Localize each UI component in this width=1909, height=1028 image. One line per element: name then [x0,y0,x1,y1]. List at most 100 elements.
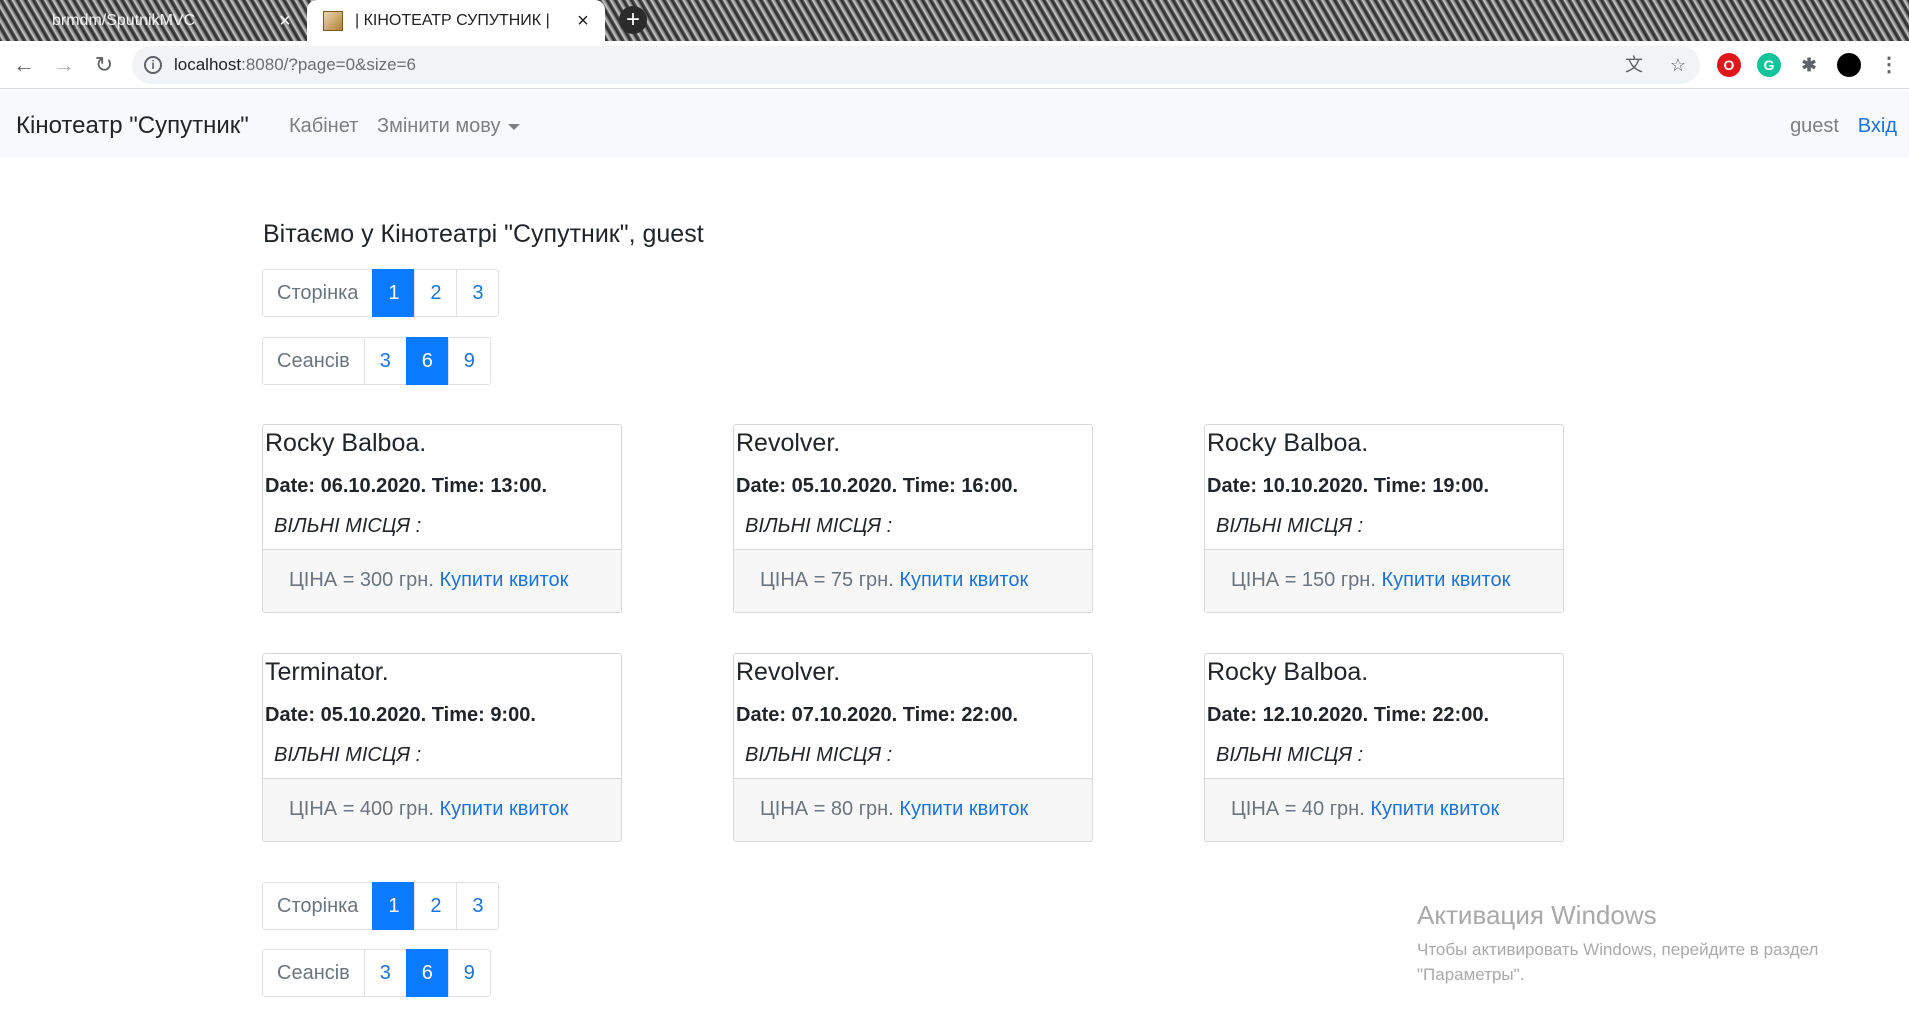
free-seats-label: ВІЛЬНІ МІСЦЯ : [1216,515,1364,537]
free-seats-label: ВІЛЬНІ МІСЦЯ : [274,744,422,766]
card-footer: ЦІНА = 75 грн. Купити квиток [734,549,1092,612]
brand-link[interactable]: Кінотеатр "Супутник" [16,112,249,140]
menu-dots-icon[interactable]: ⋮ [1877,53,1901,77]
session-card: Rocky Balboa. Date: 06.10.2020. Time: 13… [262,424,622,613]
reload-icon[interactable]: ↻ [88,49,120,81]
page-link-3[interactable]: 3 [456,882,500,930]
movie-title: Rocky Balboa. [1207,429,1369,457]
buy-ticket-link[interactable]: Купити квиток [899,569,1028,591]
size-link-6[interactable]: 6 [405,949,449,997]
page-label: Сторінка [262,882,374,930]
new-tab-button[interactable]: + [619,6,647,34]
size-link-6[interactable]: 6 [405,337,449,385]
close-tab-icon[interactable]: × [271,11,299,31]
page-pagination-bottom: Сторінка 1 2 3 [262,882,500,930]
session-card: Revolver. Date: 07.10.2020. Time: 22:00.… [733,653,1093,842]
site-navbar: Кінотеатр "Супутник" Кабінет Змінити мов… [0,90,1909,158]
login-link[interactable]: Вхід [1858,115,1897,138]
size-link-9[interactable]: 9 [447,337,491,385]
size-label: Сеансів [262,949,365,997]
session-datetime: Date: 05.10.2020. Time: 9:00. [265,704,536,726]
session-datetime: Date: 07.10.2020. Time: 22:00. [736,704,1019,726]
buy-ticket-link[interactable]: Купити квиток [1370,798,1499,820]
favicon-icon [323,10,343,31]
tab-title: brmdm/SputnikMVC [52,11,196,29]
language-dropdown-label: Змінити мову [377,115,501,137]
language-dropdown[interactable]: Змінити мову [377,115,521,138]
card-footer: ЦІНА = 150 грн. Купити квиток [1205,549,1563,612]
price-line: ЦІНА = 400 грн. Купити квиток [289,798,568,821]
price-text: ЦІНА = 300 грн. [289,569,434,591]
movie-title: Revolver. [736,429,841,457]
session-datetime: Date: 10.10.2020. Time: 19:00. [1207,475,1490,497]
card-footer: ЦІНА = 80 грн. Купити квиток [734,778,1092,841]
size-label: Сеансів [262,337,365,385]
translate-icon[interactable]: 文 [1622,53,1646,77]
profile-avatar[interactable] [1837,53,1861,77]
url-host: localhost [174,55,242,74]
dropdown-caret-icon [508,123,521,130]
site-info-icon[interactable]: i [144,56,162,74]
movie-title: Revolver. [736,658,841,686]
session-card: Revolver. Date: 05.10.2020. Time: 16:00.… [733,424,1093,613]
session-card: Terminator. Date: 05.10.2020. Time: 9:00… [262,653,622,842]
grammarly-extension-icon[interactable]: G [1757,53,1781,77]
size-link-3[interactable]: 3 [363,337,407,385]
browser-tab-cinema[interactable]: | КІНОТЕАТР СУПУТНИК | × [307,0,605,41]
tab-title: | КІНОТЕАТР СУПУТНИК | [355,11,550,29]
session-card: Rocky Balboa. Date: 10.10.2020. Time: 19… [1204,424,1564,613]
opera-extension-icon[interactable]: O [1717,53,1741,77]
price-line: ЦІНА = 40 грн. Купити квиток [1231,798,1499,821]
page-link-1[interactable]: 1 [372,882,416,930]
price-line: ЦІНА = 75 грн. Купити квиток [760,569,1028,592]
free-seats-label: ВІЛЬНІ МІСЦЯ : [745,744,893,766]
back-arrow-icon[interactable]: ← [8,49,40,81]
page-link-1[interactable]: 1 [372,269,416,317]
bookmark-star-icon[interactable]: ☆ [1666,53,1690,77]
size-link-9[interactable]: 9 [447,949,491,997]
movie-title: Terminator. [265,658,389,686]
price-text: ЦІНА = 80 грн. [760,798,894,820]
movie-title: Rocky Balboa. [1207,658,1369,686]
page-pagination-top: Сторінка 1 2 3 [262,269,500,317]
page-link-3[interactable]: 3 [456,269,500,317]
price-text: ЦІНА = 40 грн. [1231,798,1365,820]
card-footer: ЦІНА = 400 грн. Купити квиток [263,778,621,841]
free-seats-label: ВІЛЬНІ МІСЦЯ : [1216,744,1364,766]
url-path: :8080/?page=0&size=6 [241,55,416,74]
card-footer: ЦІНА = 40 грн. Купити квиток [1205,778,1563,841]
buy-ticket-link[interactable]: Купити квиток [899,798,1028,820]
browser-tab-strip: brmdm/SputnikMVC × | КІНОТЕАТР СУПУТНИК … [0,0,1909,41]
size-link-3[interactable]: 3 [363,949,407,997]
session-card: Rocky Balboa. Date: 12.10.2020. Time: 22… [1204,653,1564,842]
current-user: guest [1790,115,1839,137]
buy-ticket-link[interactable]: Купити квиток [439,569,568,591]
price-line: ЦІНА = 300 грн. Купити квиток [289,569,568,592]
price-line: ЦІНА = 80 грн. Купити квиток [760,798,1028,821]
close-tab-icon[interactable]: × [569,11,597,31]
buy-ticket-link[interactable]: Купити квиток [1381,569,1510,591]
size-pagination-top: Сеансів 3 6 9 [262,337,491,385]
url-text[interactable]: localhost:8080/?page=0&size=6 [174,55,416,75]
free-seats-label: ВІЛЬНІ МІСЦЯ : [274,515,422,537]
forward-arrow-icon[interactable]: → [48,49,80,81]
session-datetime: Date: 05.10.2020. Time: 16:00. [736,475,1019,497]
watermark-text: Чтобы активировать Windows, перейдите в … [1417,940,1819,984]
price-text: ЦІНА = 75 грн. [760,569,894,591]
extensions-puzzle-icon[interactable]: ✱ [1797,53,1821,77]
price-line: ЦІНА = 150 грн. Купити квиток [1231,569,1510,592]
address-bar[interactable]: i localhost:8080/?page=0&size=6 文 ☆ [132,46,1700,84]
page-link-2[interactable]: 2 [414,269,458,317]
browser-toolbar: ← → ↻ i localhost:8080/?page=0&size=6 文 … [0,41,1909,89]
size-pagination-bottom: Сеансів 3 6 9 [262,949,491,997]
nav-cabinet-link[interactable]: Кабінет [289,115,358,138]
card-footer: ЦІНА = 300 грн. Купити квиток [263,549,621,612]
free-seats-label: ВІЛЬНІ МІСЦЯ : [745,515,893,537]
browser-tab-github[interactable]: brmdm/SputnikMVC × [0,0,305,41]
buy-ticket-link[interactable]: Купити квиток [439,798,568,820]
windows-activation-watermark: Активация Windows Чтобы активировать Win… [1417,900,1857,987]
price-text: ЦІНА = 150 грн. [1231,569,1376,591]
page-label: Сторінка [262,269,374,317]
page-link-2[interactable]: 2 [414,882,458,930]
welcome-heading: Вітаємо у Кінотеатрі "Супутник", guest [263,220,704,248]
